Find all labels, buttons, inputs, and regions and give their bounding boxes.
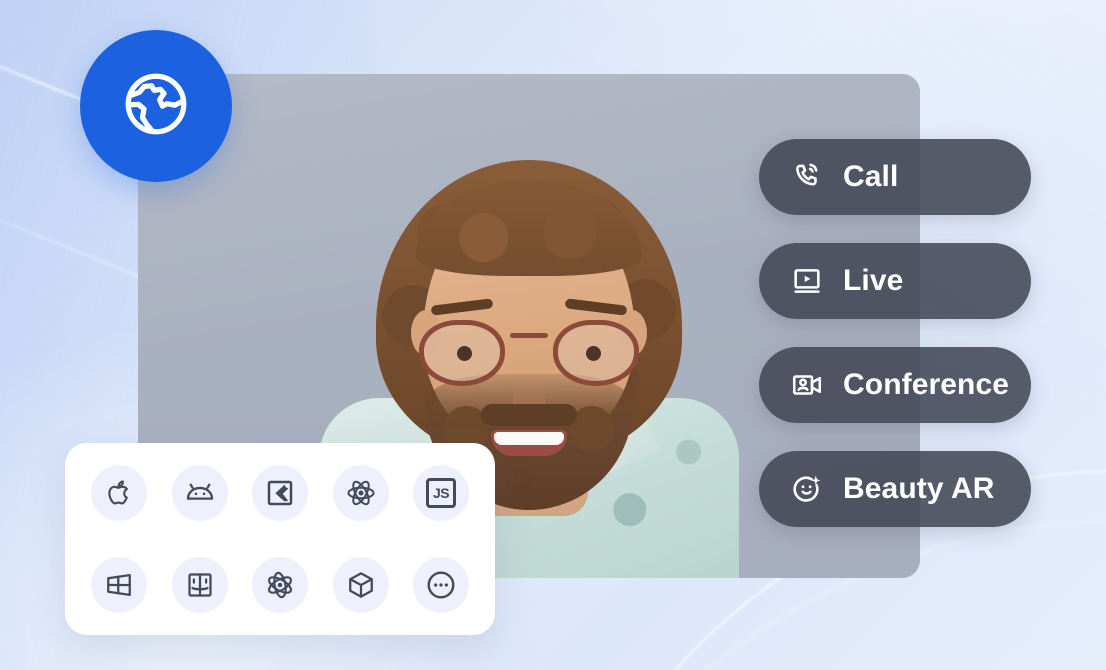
platform-chip-javascript[interactable]: JS — [413, 465, 469, 521]
apple-icon — [104, 478, 134, 508]
beauty-ar-button[interactable]: Beauty AR — [759, 451, 1031, 527]
live-button[interactable]: Live — [759, 243, 1031, 319]
eye-left — [457, 346, 472, 361]
electron-icon — [264, 569, 296, 601]
platform-row-one: JS — [91, 465, 469, 521]
eyeglasses — [417, 320, 641, 386]
globe-icon — [119, 67, 193, 146]
glasses-bridge — [510, 333, 548, 338]
live-video-icon — [789, 263, 825, 299]
windows-icon — [104, 570, 134, 600]
teeth — [494, 432, 564, 445]
more-dots-icon — [425, 569, 457, 601]
macos-finder-icon — [185, 570, 215, 600]
platform-chip-react[interactable] — [332, 465, 389, 521]
call-button[interactable]: Call — [759, 139, 1031, 215]
live-button-label: Live — [843, 264, 904, 297]
platform-chip-more[interactable] — [413, 557, 469, 613]
platform-chip-macos[interactable] — [171, 557, 228, 613]
beauty-ar-face-icon — [789, 471, 825, 507]
android-icon — [184, 477, 216, 509]
platform-chip-android[interactable] — [171, 465, 228, 521]
react-icon — [345, 477, 377, 509]
mouth — [491, 430, 567, 456]
beauty-ar-button-label: Beauty AR — [843, 472, 995, 505]
phone-call-icon — [789, 159, 825, 195]
promo-hero: Call Live Conference Beauty AR JS — [0, 0, 1106, 670]
platform-chip-windows[interactable] — [91, 557, 147, 613]
conference-button-label: Conference — [843, 368, 1010, 401]
js-icon: JS — [426, 478, 456, 508]
unity-icon — [346, 570, 376, 600]
platform-chip-unity[interactable] — [332, 557, 389, 613]
platform-chip-apple[interactable] — [91, 465, 147, 521]
platform-chip-electron[interactable] — [252, 557, 308, 613]
platform-chip-flutter[interactable] — [252, 465, 308, 521]
globe-badge — [80, 30, 232, 182]
call-button-label: Call — [843, 160, 899, 193]
conference-video-icon — [789, 367, 825, 403]
platform-sdk-panel: JS — [65, 443, 495, 635]
flutter-icon — [265, 478, 295, 508]
moustache — [481, 404, 577, 426]
action-button-list: Call Live Conference Beauty AR — [759, 139, 1031, 527]
eye-right — [586, 346, 601, 361]
conference-button[interactable]: Conference — [759, 347, 1031, 423]
platform-row-two — [91, 557, 469, 613]
